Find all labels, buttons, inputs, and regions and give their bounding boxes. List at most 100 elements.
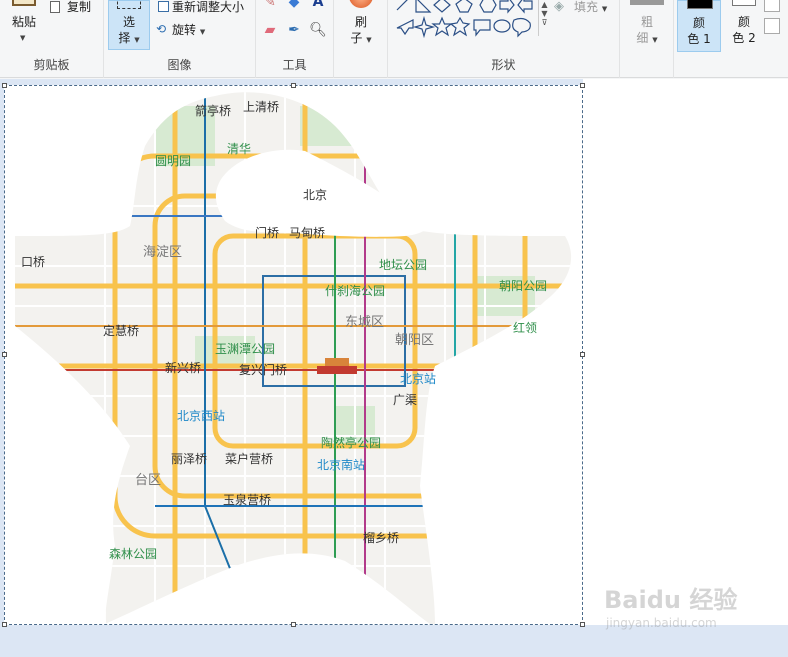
map-label: 森林公园 [109, 546, 157, 561]
paste-button[interactable]: 粘贴 ▼ [4, 0, 44, 50]
shapes-group: ▲ ▼ ⊽ ◈ 填充 ▼ 形状 [388, 0, 620, 78]
resize-handle[interactable] [291, 622, 296, 627]
paste-label: 粘贴 [11, 15, 36, 29]
brushes-label-line1: 刷 [354, 15, 367, 29]
size-icon [630, 0, 664, 5]
map-label: 丽泽桥 [171, 452, 207, 466]
clipboard-group: 粘贴 ▼ 复制 剪贴板 [0, 0, 104, 78]
arrow-left-shape-icon [517, 0, 533, 14]
resize-handle[interactable] [2, 622, 7, 627]
color2-swatch [732, 0, 756, 6]
fill-label: 填充 ▼ [574, 0, 608, 14]
clipboard-group-label: 剪贴板 [33, 58, 70, 72]
size-group: 粗 细 ▼ [620, 0, 674, 78]
color1-button[interactable]: 颜 色 1 [677, 0, 721, 52]
map-label: 复兴门桥 [239, 362, 287, 377]
brushes-group: 刷 子 ▼ [334, 0, 388, 78]
tools-group-label: 工具 [282, 58, 307, 72]
callout-rect-icon [473, 19, 491, 37]
callout-oval-icon [493, 19, 511, 33]
clipboard-icon [12, 0, 36, 6]
watermark-url: jingyan.baidu.com [606, 616, 717, 630]
chevron-down-icon: ▼ [20, 34, 26, 42]
map-label: 台区 [135, 473, 161, 488]
star4-shape-icon [412, 15, 436, 38]
brushes-button[interactable]: 刷 子 ▼ [338, 0, 384, 50]
workspace: 箭亭桥 上清桥 圆明园 清华 北京 海淀区 口桥 门桥 马甸桥 地坛公园 什刹海… [0, 79, 788, 657]
copy-button[interactable]: 复制 [48, 0, 102, 16]
pencil-icon[interactable]: ✎ [260, 0, 280, 12]
resize-handle[interactable] [580, 622, 585, 627]
hexagon-shape-icon [479, 0, 497, 13]
selection-icon [117, 0, 141, 9]
fill-bucket-icon[interactable]: ◆ [284, 0, 304, 12]
map-label: 定慧桥 [103, 323, 139, 338]
brushes-label-line2: 子 ▼ [350, 31, 372, 45]
brush-icon [349, 0, 373, 8]
canvas-background-area [583, 79, 788, 625]
map-label: 榴乡桥 [363, 531, 399, 545]
select-button[interactable]: 选 择 ▼ [108, 0, 150, 50]
arrow-down-shape-icon [396, 19, 414, 36]
map-label: 玉渊潭公园 [215, 342, 275, 356]
map-label: 箭亭桥 [195, 103, 231, 118]
eraser-icon[interactable]: ▰ [260, 20, 280, 40]
map-label: 地坛公园 [379, 258, 427, 272]
resize-handle[interactable] [291, 83, 296, 88]
map-label: 马甸桥 [289, 226, 325, 240]
shapes-group-label: 形状 [491, 58, 516, 72]
resize-handle[interactable] [580, 83, 585, 88]
star-shaped-map-image: 箭亭桥 上清桥 圆明园 清华 北京 海淀区 口桥 门桥 马甸桥 地坛公园 什刹海… [15, 92, 572, 624]
resize-handle[interactable] [580, 352, 585, 357]
shapes-gallery[interactable] [394, 0, 534, 38]
pentagon-shape-icon [455, 0, 473, 13]
color2-label-line2: 色 2 [732, 31, 756, 45]
rotate-icon: ⟲ [156, 22, 167, 36]
copy-icon [50, 1, 60, 13]
chevron-down-icon: ▼ [199, 28, 206, 36]
chevron-down-icon: ▼ [134, 36, 140, 44]
magnifier-icon[interactable]: 🔍︎ [308, 20, 328, 40]
star6-shape-icon [449, 16, 471, 37]
map-label: 广渠 [393, 393, 417, 407]
copy-label: 复制 [67, 0, 92, 14]
colors-group: 颜 色 1 颜 色 2 [674, 0, 788, 78]
size-label-line2: 细 ▼ [636, 31, 658, 45]
palette-swatch[interactable] [764, 18, 780, 34]
resize-handle[interactable] [2, 83, 7, 88]
map-label: 陶然亭公园 [321, 435, 381, 450]
rotate-button[interactable]: ⟲ 旋转 ▼ [156, 20, 226, 38]
map-label: 门桥 [255, 225, 279, 240]
color-picker-icon[interactable]: ✒ [284, 20, 304, 40]
color1-label-line1: 颜 [692, 16, 705, 30]
palette-swatch[interactable] [764, 0, 780, 12]
shapes-scroll[interactable]: ▲ ▼ ⊽ [538, 0, 550, 36]
fill-button[interactable]: ◈ 填充 ▼ [554, 0, 616, 16]
chevron-down-icon: ▼ [366, 36, 372, 44]
text-icon[interactable]: A [308, 0, 328, 12]
map-label: 清华 [227, 142, 251, 156]
ribbon: 粘贴 ▼ 复制 剪贴板 选 择 ▼ 重新调整大小 ⟲ 旋转 ▼ 图像 ✎ ◆ A… [0, 0, 788, 78]
resize-button[interactable]: 重新调整大小 [156, 0, 256, 16]
resize-handle[interactable] [2, 352, 7, 357]
map-label: 红领 [513, 320, 537, 335]
watermark-logo: Baidu 经验 [604, 586, 738, 614]
map-label: 北京西站 [177, 409, 225, 423]
diamond-shape-icon [433, 0, 451, 13]
line-shape-icon [396, 0, 408, 11]
map-label: 圆明园 [155, 154, 191, 168]
color1-label-line2: 色 1 [687, 32, 711, 46]
drawing-canvas[interactable]: 箭亭桥 上清桥 圆明园 清华 北京 海淀区 口桥 门桥 马甸桥 地坛公园 什刹海… [4, 85, 583, 625]
color2-button[interactable]: 颜 色 2 [724, 0, 764, 52]
map-label: 上清桥 [243, 100, 279, 114]
map-label: 北京站 [400, 372, 436, 386]
map-label: 菜户营桥 [225, 451, 273, 466]
resize-icon [158, 1, 169, 12]
map-label: 北京南站 [317, 457, 365, 472]
map-label: 玉泉营桥 [223, 493, 271, 507]
size-label-line1[interactable]: 粗 [620, 13, 674, 30]
resize-label: 重新调整大小 [172, 0, 245, 14]
park-area [300, 106, 360, 146]
color2-label-line1: 颜 [737, 15, 750, 29]
image-group: 选 择 ▼ 重新调整大小 ⟲ 旋转 ▼ 图像 [104, 0, 256, 78]
